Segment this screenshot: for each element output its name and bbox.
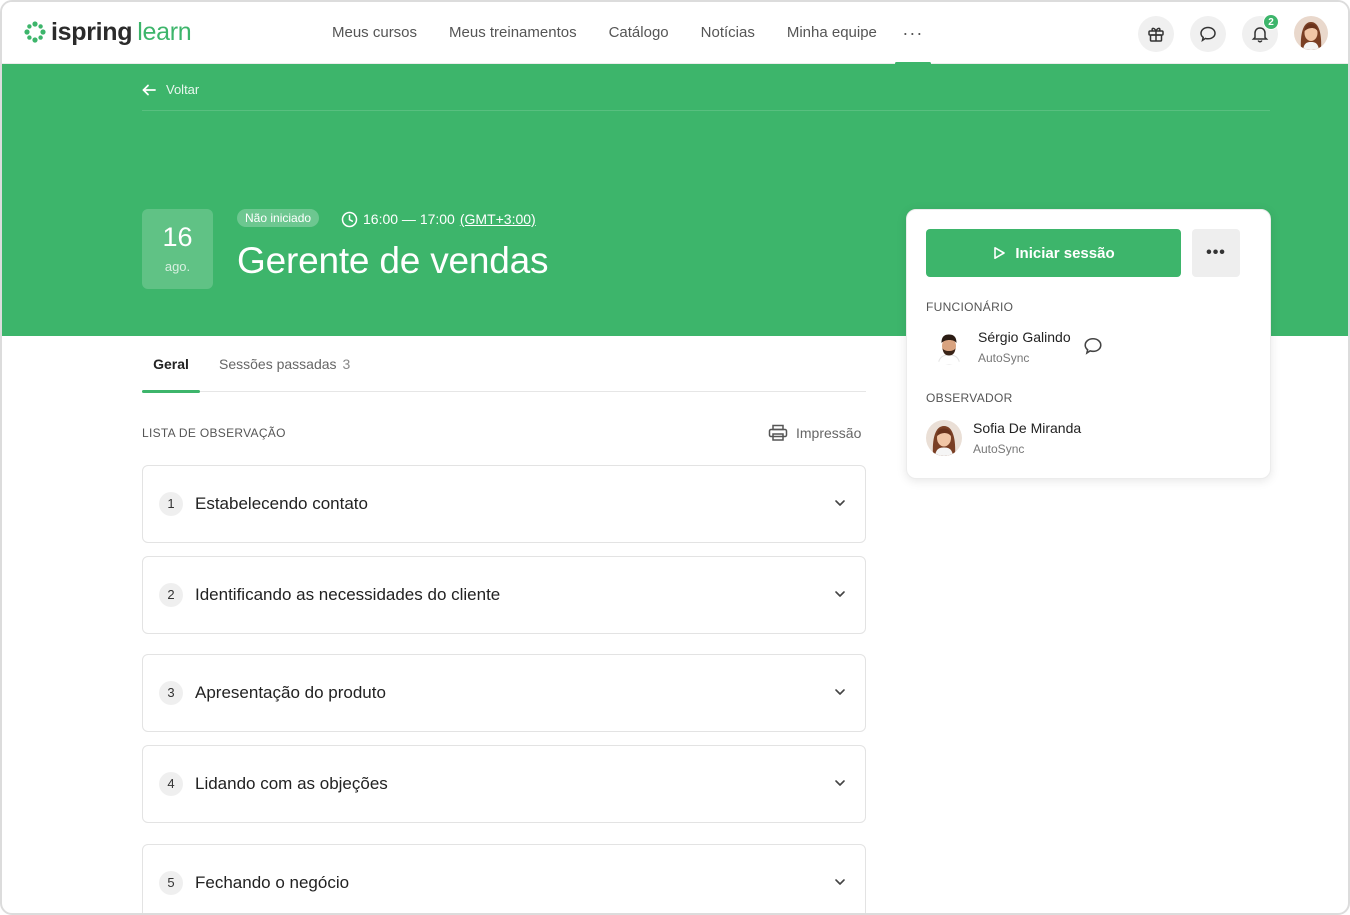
notifications-button[interactable]: 2 xyxy=(1242,14,1279,52)
tab-past-sessions[interactable]: Sessões passadas 3 xyxy=(219,337,350,392)
tab-general[interactable]: Geral xyxy=(142,337,200,393)
item-title: Identificando as necessidades do cliente xyxy=(195,585,501,604)
employee-avatar xyxy=(931,329,967,365)
clock-icon xyxy=(341,211,358,227)
employee-org: AutoSync xyxy=(978,351,1030,365)
session-date: 16 ago. xyxy=(142,209,213,289)
chevron-down-icon xyxy=(835,780,845,786)
item-title: Fechando o negócio xyxy=(195,873,350,892)
back-label: Voltar xyxy=(166,82,200,97)
chat-icon xyxy=(1084,337,1102,355)
gift-button[interactable] xyxy=(1138,16,1174,52)
checklist-item[interactable]: 2 Identificando as necessidades do clien… xyxy=(142,556,866,634)
tab-past-label: Sessões passadas xyxy=(219,356,337,372)
nav-my-courses[interactable]: Meus cursos xyxy=(316,2,433,64)
back-link[interactable]: Voltar xyxy=(142,82,199,97)
observer-org: AutoSync xyxy=(973,442,1025,456)
observer-label: OBSERVADOR xyxy=(926,391,1013,405)
timezone-link[interactable]: (GMT+3:00) xyxy=(460,211,536,227)
gift-icon xyxy=(1148,27,1164,42)
item-number: 3 xyxy=(159,681,183,705)
observer-person: Sofia De Miranda AutoSync xyxy=(926,419,1081,457)
item-number: 2 xyxy=(159,583,183,607)
print-button[interactable]: Impressão xyxy=(768,424,861,442)
checklist-item[interactable]: 4 Lidando com as objeções xyxy=(142,745,866,823)
notifications-badge: 2 xyxy=(1263,14,1279,30)
nav-news[interactable]: Notícias xyxy=(685,2,771,64)
item-title: Lidando com as objeções xyxy=(195,774,388,793)
employee-person: Sérgio Galindo AutoSync xyxy=(931,328,1103,366)
session-time: 16:00 — 17:00 (GMT+3:00) xyxy=(341,209,536,229)
messages-button[interactable] xyxy=(1190,16,1226,52)
logo-primary: ispring xyxy=(51,18,133,46)
chat-icon xyxy=(1200,26,1216,42)
session-card: Iniciar sessão ••• FUNCIONÁRIO Sérgio Ga… xyxy=(906,209,1271,479)
chevron-down-icon xyxy=(835,879,845,885)
user-avatar[interactable] xyxy=(1294,16,1328,50)
checklist-item[interactable]: 1 Estabelecendo contato xyxy=(142,465,866,543)
item-title: Apresentação do produto xyxy=(195,683,386,702)
logo-burst-icon xyxy=(24,21,46,43)
print-label: Impressão xyxy=(796,425,862,441)
arrow-left-icon xyxy=(142,84,156,95)
observer-info: Sofia De Miranda AutoSync xyxy=(973,419,1081,457)
page-title: Gerente de vendas xyxy=(237,240,549,281)
start-session-label: Iniciar sessão xyxy=(1015,244,1115,262)
date-month: ago. xyxy=(164,259,191,274)
observer-avatar xyxy=(926,420,962,456)
session-tabs: Geral Sessões passadas 3 xyxy=(142,337,866,393)
checklist-label: LISTA DE OBSERVAÇÃO xyxy=(142,426,286,440)
app-window: ispring learn Meus cursos Meus treinament… xyxy=(0,0,1350,915)
date-day: 16 xyxy=(162,222,193,252)
nav-my-trainings[interactable]: Meus treinamentos xyxy=(433,2,593,64)
chevron-down-icon xyxy=(835,500,845,506)
printer-icon xyxy=(768,424,788,441)
logo-secondary: learn xyxy=(137,18,192,46)
time-range: 16:00 — 17:00 xyxy=(363,211,455,227)
observer-name: Sofia De Miranda xyxy=(973,420,1082,436)
chevron-down-icon xyxy=(835,689,845,695)
checklist-item[interactable]: 5 Fechando o negócio xyxy=(142,844,866,913)
message-employee-button[interactable] xyxy=(1083,336,1103,361)
item-number: 4 xyxy=(159,772,183,796)
ispring-learn-logo[interactable]: ispring learn xyxy=(24,18,192,46)
more-options-button[interactable]: ••• xyxy=(1192,229,1240,277)
item-number: 1 xyxy=(159,492,183,516)
nav-catalog[interactable]: Catálogo xyxy=(593,2,685,64)
employee-name: Sérgio Galindo xyxy=(978,329,1071,345)
start-session-button[interactable]: Iniciar sessão xyxy=(926,229,1181,277)
item-number: 5 xyxy=(159,871,183,895)
hero-divider xyxy=(142,110,1270,111)
employee-info: Sérgio Galindo AutoSync xyxy=(978,328,1071,366)
top-navigation-bar: ispring learn Meus cursos Meus treinament… xyxy=(2,2,1348,65)
tab-past-count: 3 xyxy=(342,356,351,372)
chevron-down-icon xyxy=(835,591,845,597)
checklist-item[interactable]: 3 Apresentação do produto xyxy=(142,654,866,732)
nav-my-team[interactable]: Minha equipe xyxy=(771,2,893,64)
employee-label: FUNCIONÁRIO xyxy=(926,300,1014,314)
status-badge: Não iniciado xyxy=(237,209,320,227)
play-icon xyxy=(994,246,1006,259)
logo-text: ispring learn xyxy=(51,18,192,46)
item-title: Estabelecendo contato xyxy=(195,494,368,513)
main-nav: Meus cursos Meus treinamentos Catálogo N… xyxy=(316,2,931,65)
nav-more-button[interactable]: ··· xyxy=(894,2,931,65)
